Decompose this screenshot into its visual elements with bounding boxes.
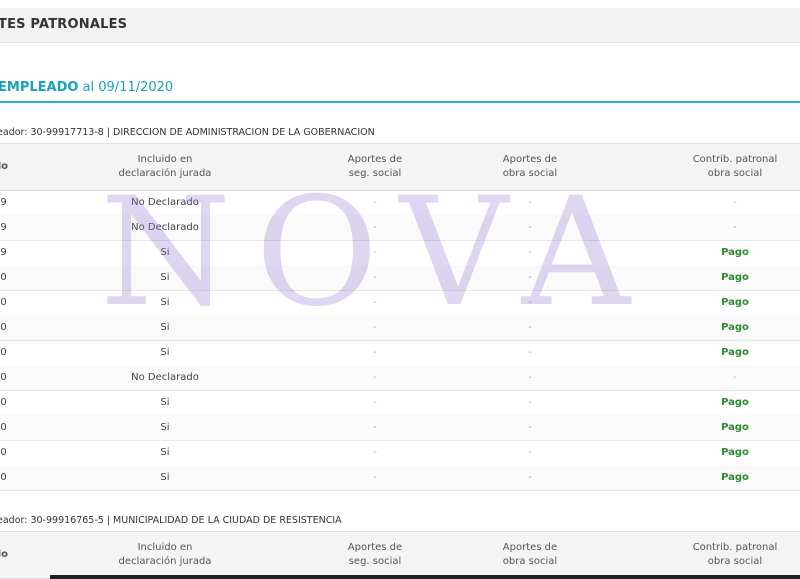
obra-social-cell: -	[528, 447, 532, 458]
obra-social-cell: -	[528, 372, 532, 383]
obra-social-cell: -	[528, 297, 532, 308]
period-cell: 19	[0, 247, 7, 258]
period-cell: 20	[0, 422, 7, 433]
table-header: do Incluido endeclaración jurada Aportes…	[0, 143, 800, 191]
included-cell: No Declarado	[131, 197, 199, 208]
section-title-bold: EMPLEADO	[0, 80, 79, 95]
seg-social-cell: -	[373, 297, 377, 308]
included-cell: Si	[160, 272, 170, 283]
contrib-cell: -	[733, 197, 737, 208]
period-cell: 20	[0, 347, 7, 358]
table-row: 20 Si - - Pago	[0, 465, 800, 491]
obra-social-cell: -	[528, 422, 532, 433]
table-row: 20 Si - - Pago	[0, 265, 800, 291]
included-cell: No Declarado	[131, 222, 199, 233]
period-cell: 20	[0, 297, 7, 308]
included-cell: Si	[160, 422, 170, 433]
contrib-cell: Pago	[721, 272, 749, 283]
contrib-cell: Pago	[721, 297, 749, 308]
contrib-cell: Pago	[721, 422, 749, 433]
col-obra-social: Aportes de obra social	[502, 542, 558, 567]
col-seg-social: Aportes de seg. social	[347, 154, 403, 179]
period-cell: 20	[0, 447, 7, 458]
included-cell: Si	[160, 472, 170, 483]
contrib-cell: Pago	[721, 397, 749, 408]
employer-label: eador: 30-99916765-5 | MUNICIPALIDAD DE …	[0, 515, 342, 526]
section-title-date: al 09/11/2020	[78, 80, 174, 95]
page-title: TES PATRONALES	[0, 17, 128, 32]
contrib-cell: -	[733, 222, 737, 233]
included-cell: Si	[160, 322, 170, 333]
obra-social-cell: -	[528, 247, 532, 258]
seg-social-cell: -	[373, 272, 377, 283]
page-header: TES PATRONALES	[0, 8, 800, 43]
section-title: EMPLEADO al 09/11/2020	[0, 80, 173, 95]
seg-social-cell: -	[373, 372, 377, 383]
included-cell: Si	[160, 447, 170, 458]
col-included: Incluido en declaración jurada	[118, 542, 212, 567]
seg-social-cell: -	[373, 422, 377, 433]
col-seg-social: Aportes de seg. social	[347, 542, 403, 567]
table-row: 19 No Declarado - - -	[0, 215, 800, 241]
included-cell: Si	[160, 347, 170, 358]
table-row: 20 Si - - Pago	[0, 390, 800, 416]
col-contrib-patronal: Contrib. patronal obra social	[692, 154, 778, 179]
section-divider	[0, 101, 800, 103]
seg-social-cell: -	[373, 197, 377, 208]
seg-social-cell: -	[373, 447, 377, 458]
period-cell: 19	[0, 222, 7, 233]
obra-social-cell: -	[528, 322, 532, 333]
seg-social-cell: -	[373, 247, 377, 258]
col-obra-social: Aportes de obra social	[502, 154, 558, 179]
table-row: 20 Si - - Pago	[0, 440, 800, 466]
table-row: 20 Si - - Pago	[0, 315, 800, 341]
obra-social-cell: -	[528, 222, 532, 233]
obra-social-cell: -	[528, 347, 532, 358]
seg-social-cell: -	[373, 472, 377, 483]
included-cell: No Declarado	[131, 372, 199, 383]
seg-social-cell: -	[373, 322, 377, 333]
period-cell: 20	[0, 322, 7, 333]
seg-social-cell: -	[373, 347, 377, 358]
obra-social-cell: -	[528, 272, 532, 283]
table-header: do Incluido endeclaración jurada Aportes…	[0, 531, 800, 579]
col-contrib-patronal: Contrib. patronal obra social	[692, 542, 778, 567]
table-row: 19 Si - - Pago	[0, 240, 800, 266]
period-cell: 20	[0, 397, 7, 408]
included-cell: Si	[160, 297, 170, 308]
contrib-cell: -	[733, 372, 737, 383]
col-period: do	[0, 161, 9, 172]
period-cell: 20	[0, 272, 7, 283]
obra-social-cell: -	[528, 472, 532, 483]
period-cell: 20	[0, 372, 7, 383]
employer-label: eador: 30-99917713-8 | DIRECCION DE ADMI…	[0, 127, 375, 138]
included-cell: Si	[160, 247, 170, 258]
table-row: 20 Si - - Pago	[0, 340, 800, 366]
period-cell: 19	[0, 197, 7, 208]
table-row: 20 No Declarado - - -	[0, 365, 800, 391]
seg-social-cell: -	[373, 222, 377, 233]
col-period: do	[0, 549, 9, 560]
table-row: 20 Si - - Pago	[0, 415, 800, 441]
contrib-cell: Pago	[721, 447, 749, 458]
col-included: Incluido en declaración jurada	[118, 154, 212, 179]
table-row: 19 No Declarado - - -	[0, 190, 800, 216]
obra-social-cell: -	[528, 197, 532, 208]
contrib-cell: Pago	[721, 347, 749, 358]
obra-social-cell: -	[528, 397, 532, 408]
included-cell: Si	[160, 397, 170, 408]
contrib-cell: Pago	[721, 322, 749, 333]
contrib-cell: Pago	[721, 472, 749, 483]
table-row-edge	[50, 575, 800, 579]
contrib-cell: Pago	[721, 247, 749, 258]
period-cell: 20	[0, 472, 7, 483]
seg-social-cell: -	[373, 397, 377, 408]
table-row: 20 Si - - Pago	[0, 290, 800, 316]
